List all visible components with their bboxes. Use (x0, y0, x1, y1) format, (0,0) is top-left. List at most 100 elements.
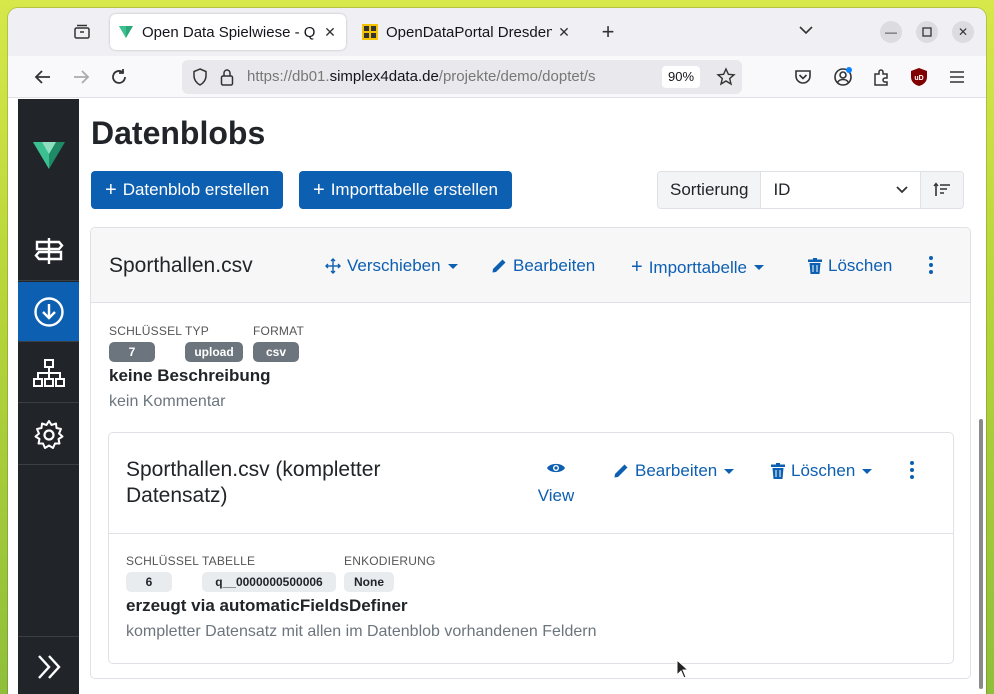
simplex-logo-icon (119, 26, 133, 38)
forward-icon[interactable] (70, 66, 92, 88)
sort-direction-button[interactable] (921, 172, 964, 208)
edit-label: Bearbeiten (513, 256, 596, 275)
format-label: FORMAT (253, 324, 304, 338)
sidebar-item-structure[interactable] (18, 343, 79, 403)
chevron-down-icon (896, 186, 909, 194)
datablob-card-header: Sporthallen.csv Verschieben Bearbeiten + (91, 228, 970, 303)
tab-overview-icon[interactable] (68, 20, 96, 44)
create-datablob-button[interactable]: + Datenblob erstellen (91, 171, 284, 209)
chevron-double-right-icon (37, 654, 61, 679)
scrollbar[interactable] (979, 419, 983, 689)
sort-select[interactable]: ID (761, 172, 922, 208)
caret-down-icon (447, 263, 458, 269)
caret-down-icon (724, 468, 735, 474)
simplex-logo-icon (32, 142, 65, 169)
encoding-label: ENKODIERUNG (344, 554, 436, 568)
menu-icon[interactable] (946, 66, 968, 88)
sort-ascending-icon (933, 182, 951, 196)
plus-icon: + (313, 178, 325, 201)
key-label: SCHLÜSSEL (109, 324, 183, 338)
view-label: View (537, 486, 575, 505)
close-window-icon[interactable]: ✕ (952, 21, 974, 43)
delete-label: Löschen (828, 256, 893, 275)
table-label: TABELLE (202, 554, 256, 568)
key-badge: 7 (109, 342, 155, 362)
sitemap-icon (32, 358, 65, 387)
move-label: Verschieben (347, 256, 441, 275)
sidebar-item-projects[interactable] (18, 221, 79, 281)
delete-dropdown-button[interactable]: Löschen (771, 461, 873, 481)
plus-icon: + (631, 256, 643, 278)
bookmark-star-icon[interactable] (716, 67, 736, 92)
lock-icon[interactable] (220, 68, 234, 91)
importtable-name: Sporthallen.csv (kompletter Datensatz) (126, 458, 381, 507)
app-sidebar (18, 99, 79, 694)
zoom-level[interactable]: 90% (662, 66, 701, 88)
encoding-badge: None (344, 572, 394, 592)
sort-control: Sortierung ID (657, 171, 965, 209)
extensions-icon[interactable] (870, 66, 892, 88)
move-dropdown-button[interactable]: Verschieben (325, 256, 458, 276)
chevron-down-icon[interactable] (798, 22, 814, 40)
svg-text:uD: uD (914, 75, 923, 82)
importtable-comment: kompletter Datensatz mit allen im Datenb… (126, 623, 597, 640)
datablob-name: Sporthallen.csv (109, 254, 253, 277)
more-options-icon[interactable] (907, 459, 917, 481)
pencil-icon (491, 258, 507, 274)
gear-icon (34, 419, 63, 449)
key-badge: 6 (126, 572, 172, 592)
close-tab-icon[interactable]: ✕ (322, 24, 338, 41)
datablob-card: Sporthallen.csv Verschieben Bearbeiten + (90, 227, 971, 679)
view-button[interactable]: View (535, 461, 577, 506)
tab-title: OpenDataPortal Dresden (386, 23, 552, 41)
download-circle-icon (33, 296, 64, 327)
trash-icon (808, 258, 822, 274)
importtable-description: erzeugt via automaticFieldsDefiner (126, 596, 408, 615)
tab-bar: Open Data Spielwiese - Q ✕ OpenDataPorta… (8, 8, 986, 56)
type-badge: upload (185, 342, 243, 362)
eye-icon (547, 463, 565, 473)
edit-label: Bearbeiten (635, 461, 718, 480)
sidebar-item-datablobs[interactable] (18, 282, 79, 342)
importtable-card: Sporthallen.csv (kompletter Datensatz) V… (108, 432, 954, 664)
more-options-icon[interactable] (926, 254, 936, 276)
url-bar[interactable]: https://db01.simplex4data.de/projekte/de… (182, 60, 742, 94)
account-icon[interactable] (832, 66, 854, 88)
format-badge: csv (253, 342, 299, 362)
mouse-cursor-icon (676, 659, 690, 679)
edit-dropdown-button[interactable]: Bearbeiten (613, 461, 735, 481)
url-path: /projekte/demo/doptet/s (438, 68, 596, 85)
shield-icon[interactable] (192, 68, 208, 91)
tab-open-data-spielwiese[interactable]: Open Data Spielwiese - Q ✕ (110, 14, 346, 50)
url-host: simplex4data.de (329, 68, 439, 85)
create-importtable-button[interactable]: + Importtabelle erstellen (299, 171, 512, 209)
dresden-logo-icon (362, 24, 378, 40)
minimize-icon[interactable]: — (880, 21, 902, 43)
create-importtable-label: Importtabelle erstellen (330, 180, 498, 199)
ublock-icon[interactable]: uD (908, 66, 930, 88)
blob-description: keine Beschreibung (109, 366, 271, 385)
app-logo[interactable] (18, 115, 79, 195)
sidebar-item-settings[interactable] (18, 405, 79, 465)
maximize-icon[interactable] (916, 21, 938, 43)
delete-label: Löschen (791, 461, 856, 480)
new-tab-icon[interactable]: + (596, 20, 620, 44)
back-icon[interactable] (32, 66, 54, 88)
delete-button[interactable]: Löschen (808, 256, 892, 276)
close-tab-icon[interactable]: ✕ (556, 24, 572, 41)
caret-down-icon (753, 265, 764, 270)
tab-opendataportal-dresden[interactable]: OpenDataPortal Dresden ✕ (354, 14, 580, 50)
url-prefix: https://db01. (247, 68, 330, 85)
reload-icon[interactable] (108, 66, 130, 88)
main-content: Datenblobs + Datenblob erstellen + Impor… (79, 99, 986, 694)
move-arrows-icon (325, 258, 341, 274)
importtable-dropdown-button[interactable]: + Importtabelle (631, 256, 764, 279)
edit-button[interactable]: Bearbeiten (491, 256, 595, 276)
url-text[interactable]: https://db01.simplex4data.de/projekte/de… (247, 68, 667, 85)
tab-title: Open Data Spielwiese - Q (142, 23, 316, 41)
key-label: SCHLÜSSEL (126, 554, 200, 568)
importtable-label: Importtabelle (648, 257, 747, 277)
sidebar-expand-button[interactable] (18, 636, 79, 694)
sort-label: Sortierung (658, 172, 762, 208)
pocket-icon[interactable] (792, 66, 814, 88)
